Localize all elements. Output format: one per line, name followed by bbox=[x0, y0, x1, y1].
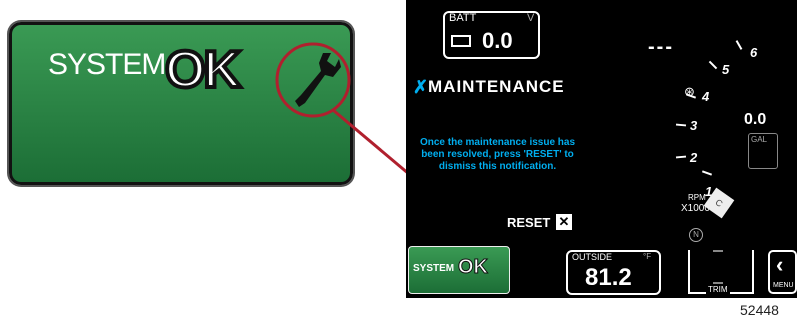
tach-mark-3: 3 bbox=[690, 118, 698, 133]
gear-indicator: N bbox=[689, 228, 703, 242]
fuel-value: 0.0 bbox=[744, 111, 767, 128]
small-ok-label: OK bbox=[458, 256, 489, 279]
outside-label: OUTSIDE bbox=[572, 252, 613, 262]
tach-mark-6: 6 bbox=[750, 45, 758, 60]
maintenance-message: Once the maintenance issue has been reso… bbox=[419, 137, 576, 172]
fuel-label: GAL bbox=[751, 135, 768, 144]
tach-mark-4: 4 bbox=[702, 89, 710, 104]
battery-label: BATT bbox=[449, 12, 477, 24]
reset-label: RESET bbox=[507, 215, 551, 230]
battery-icon bbox=[451, 35, 471, 47]
trim-scale bbox=[713, 250, 723, 284]
figure-number: 52448 bbox=[740, 302, 779, 318]
reset-button[interactable]: ✕ bbox=[556, 214, 572, 230]
outside-value: 81.2 bbox=[585, 264, 632, 291]
chevron-left-icon: ‹ bbox=[776, 252, 784, 277]
propeller-icon: ⊛ bbox=[684, 84, 695, 99]
battery-value: 0.0 bbox=[482, 28, 513, 53]
menu-label: MENU bbox=[773, 282, 794, 289]
maintenance-title: MAINTENANCE bbox=[428, 77, 565, 96]
maintenance-wrench-icon: ✗ bbox=[413, 77, 429, 97]
battery-unit: V bbox=[527, 12, 535, 24]
trim-label: TRIM bbox=[706, 285, 730, 294]
tach-mark-5: 5 bbox=[722, 62, 730, 77]
small-system-label: SYSTEM bbox=[413, 263, 455, 274]
rpm-label: RPM bbox=[688, 193, 706, 202]
speed-readout: --- bbox=[648, 36, 674, 58]
tach-mark-2: 2 bbox=[690, 150, 698, 165]
outside-unit: °F bbox=[643, 252, 652, 261]
